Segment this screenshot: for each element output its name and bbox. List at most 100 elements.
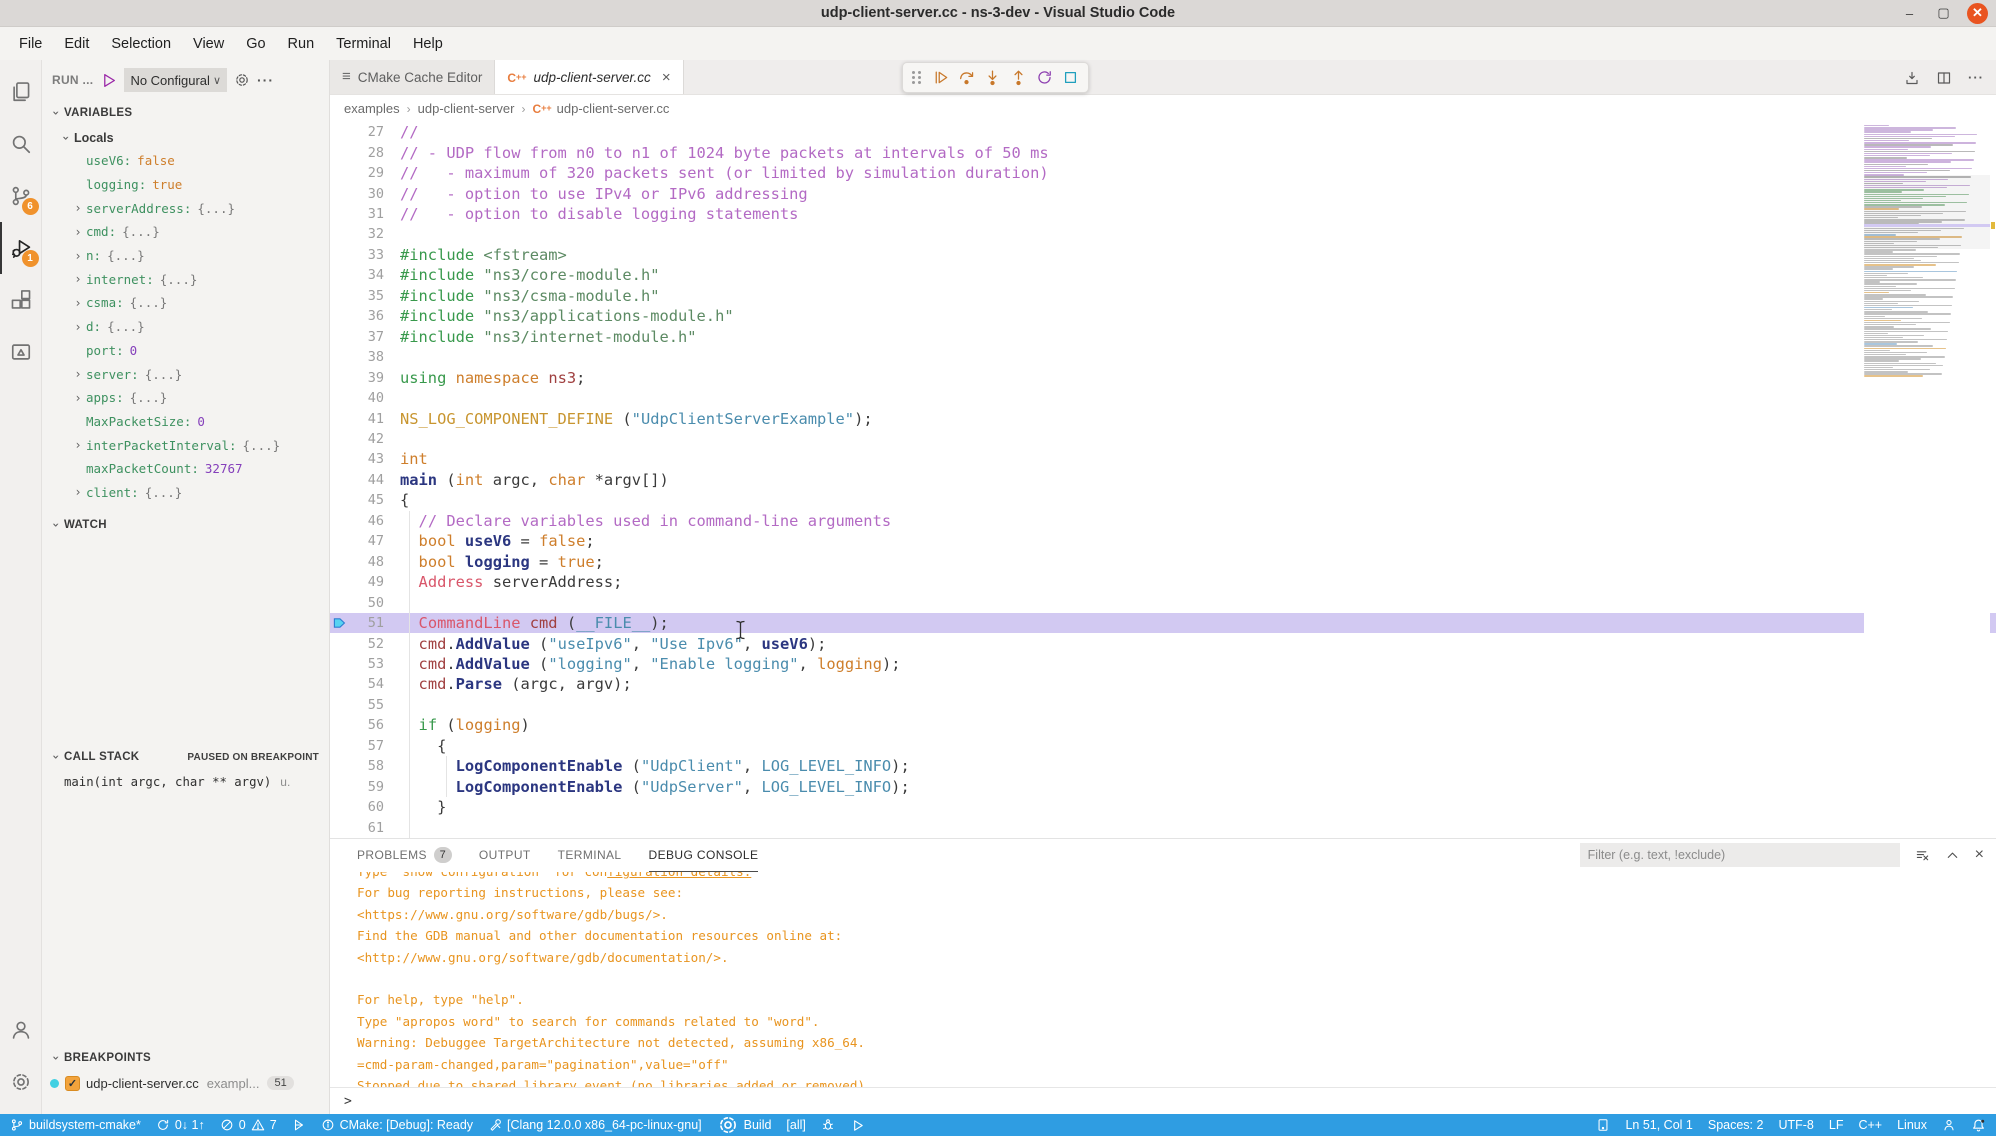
- close-tab-icon[interactable]: ×: [662, 69, 671, 86]
- current-line-arrow-icon[interactable]: [330, 616, 348, 630]
- console-filter-input[interactable]: [1580, 843, 1900, 867]
- code-line-55[interactable]: 55: [330, 695, 1996, 715]
- watch-section-header[interactable]: › WATCH: [42, 512, 329, 538]
- code-line-27[interactable]: 27//: [330, 122, 1996, 142]
- menu-view[interactable]: View: [182, 32, 235, 56]
- menu-help[interactable]: Help: [402, 32, 454, 56]
- variable-row-apps[interactable]: ›apps:{...}: [42, 386, 329, 410]
- code-line-45[interactable]: 45{: [330, 490, 1996, 510]
- code-line-36[interactable]: 36#include "ns3/applications-module.h": [330, 306, 1996, 326]
- maximize-panel-icon[interactable]: [1945, 848, 1960, 863]
- variable-row-server[interactable]: ›server:{...}: [42, 362, 329, 386]
- panel-tab-problems[interactable]: PROBLEMS7: [357, 839, 452, 872]
- activity-item-cmake-tools[interactable]: [0, 326, 42, 378]
- menu-edit[interactable]: Edit: [53, 32, 100, 56]
- code-line-34[interactable]: 34#include "ns3/core-module.h": [330, 265, 1996, 285]
- stack-frame-row[interactable]: main(int argc, char ** argv) u.: [42, 770, 329, 794]
- start-debug-icon[interactable]: [100, 72, 117, 89]
- code-line-50[interactable]: 50: [330, 592, 1996, 612]
- variable-row-maxPacketCount[interactable]: maxPacketCount:32767: [42, 457, 329, 481]
- variables-section-header[interactable]: › VARIABLES: [42, 100, 329, 126]
- status-build[interactable]: Build: [717, 1114, 772, 1136]
- status-encoding[interactable]: UTF-8: [1778, 1118, 1813, 1132]
- status-feedback[interactable]: [1942, 1118, 1956, 1132]
- breadcrumb-item[interactable]: C++udp-client-server.cc: [532, 101, 669, 116]
- code-line-33[interactable]: 33#include <fstream>: [330, 245, 1996, 265]
- code-line-51[interactable]: 51 CommandLine cmd (__FILE__);: [330, 613, 1996, 633]
- code-line-53[interactable]: 53 cmd.AddValue ("logging", "Enable logg…: [330, 654, 1996, 674]
- code-editor[interactable]: 27//28// - UDP flow from n0 to n1 of 102…: [330, 122, 1996, 838]
- status-debug-target[interactable]: [821, 1118, 835, 1132]
- menu-go[interactable]: Go: [235, 32, 276, 56]
- panel-tab-debug-console[interactable]: DEBUG CONSOLE: [649, 839, 759, 872]
- activity-item-explorer[interactable]: [0, 66, 42, 118]
- activity-item-run-and-debug[interactable]: 1: [0, 222, 42, 274]
- variable-row-csma[interactable]: ›csma:{...}: [42, 291, 329, 315]
- variable-row-internet[interactable]: ›internet:{...}: [42, 267, 329, 291]
- code-line-32[interactable]: 32: [330, 224, 1996, 244]
- variable-row-useV6[interactable]: useV6:false: [42, 149, 329, 173]
- variable-row-cmd[interactable]: ›cmd:{...}: [42, 220, 329, 244]
- code-line-49[interactable]: 49 Address serverAddress;: [330, 572, 1996, 592]
- debug-console-output[interactable]: Type "show configuration" for configurat…: [330, 872, 1996, 1087]
- breakpoint-checkbox[interactable]: ✓: [65, 1076, 80, 1091]
- minimap[interactable]: [1864, 125, 1990, 838]
- status-eol[interactable]: LF: [1829, 1118, 1844, 1132]
- code-line-56[interactable]: 56 if (logging): [330, 715, 1996, 735]
- activity-item-source-control[interactable]: 6: [0, 170, 42, 222]
- code-line-28[interactable]: 28// - UDP flow from n0 to n1 of 1024 by…: [330, 142, 1996, 162]
- status-sync[interactable]: 0↓ 1↑: [156, 1118, 205, 1132]
- clear-console-icon[interactable]: [1915, 848, 1930, 863]
- callstack-section-header[interactable]: › CALL STACK PAUSED ON BREAKPOINT: [42, 744, 329, 770]
- close-panel-icon[interactable]: ×: [1975, 846, 1984, 864]
- code-line-46[interactable]: 46 // Declare variables used in command-…: [330, 511, 1996, 531]
- code-line-40[interactable]: 40: [330, 388, 1996, 408]
- status-indentation[interactable]: Spaces: 2: [1708, 1118, 1764, 1132]
- variable-row-n[interactable]: ›n:{...}: [42, 244, 329, 268]
- debug-restart-icon[interactable]: [1036, 69, 1053, 86]
- activity-item-manage[interactable]: [0, 1056, 42, 1108]
- code-line-47[interactable]: 47 bool useV6 = false;: [330, 531, 1996, 551]
- tab-cmake-cache-editor[interactable]: ≡CMake Cache Editor: [330, 60, 495, 94]
- menu-file[interactable]: File: [8, 32, 53, 56]
- variable-row-port[interactable]: port:0: [42, 339, 329, 363]
- debug-step-into-icon[interactable]: [984, 69, 1001, 86]
- maximize-button[interactable]: ▢: [1933, 3, 1954, 24]
- code-line-38[interactable]: 38: [330, 347, 1996, 367]
- activity-item-account[interactable]: [0, 1004, 42, 1056]
- activity-item-search[interactable]: [0, 118, 42, 170]
- locals-scope-row[interactable]: › Locals: [42, 126, 329, 149]
- breadcrumb-item[interactable]: udp-client-server: [418, 101, 515, 116]
- menu-run[interactable]: Run: [277, 32, 326, 56]
- menu-selection[interactable]: Selection: [100, 32, 182, 56]
- code-line-37[interactable]: 37#include "ns3/internet-module.h": [330, 327, 1996, 347]
- panel-tab-terminal[interactable]: TERMINAL: [558, 839, 622, 872]
- code-line-43[interactable]: 43int: [330, 449, 1996, 469]
- debug-settings-gear-icon[interactable]: [234, 72, 250, 88]
- code-line-29[interactable]: 29// - maximum of 320 packets sent (or l…: [330, 163, 1996, 183]
- code-line-52[interactable]: 52 cmd.AddValue ("useIpv6", "Use Ipv6", …: [330, 633, 1996, 653]
- status-debug-console-status[interactable]: [292, 1118, 306, 1132]
- activity-item-extensions[interactable]: [0, 274, 42, 326]
- code-line-58[interactable]: 58 LogComponentEnable ("UdpClient", LOG_…: [330, 756, 1996, 776]
- debug-stop-icon[interactable]: [1062, 69, 1079, 86]
- variable-row-MaxPacketSize[interactable]: MaxPacketSize:0: [42, 410, 329, 434]
- code-line-61[interactable]: 61: [330, 817, 1996, 837]
- code-line-31[interactable]: 31// - option to disable logging stateme…: [330, 204, 1996, 224]
- run-file-icon[interactable]: [1904, 70, 1920, 86]
- minimap-viewport[interactable]: [1864, 175, 1990, 249]
- code-line-57[interactable]: 57 {: [330, 736, 1996, 756]
- status-launch-target[interactable]: [850, 1118, 865, 1133]
- code-line-48[interactable]: 48 bool logging = true;: [330, 552, 1996, 572]
- code-line-60[interactable]: 60 }: [330, 797, 1996, 817]
- variable-row-client[interactable]: ›client:{...}: [42, 481, 329, 505]
- breakpoints-section-header[interactable]: › BREAKPOINTS: [42, 1045, 329, 1071]
- status-build-target[interactable]: [all]: [786, 1118, 805, 1132]
- variable-row-d[interactable]: ›d:{...}: [42, 315, 329, 339]
- code-line-35[interactable]: 35#include "ns3/csma-module.h": [330, 286, 1996, 306]
- code-line-42[interactable]: 42: [330, 429, 1996, 449]
- menu-terminal[interactable]: Terminal: [325, 32, 402, 56]
- variable-row-logging[interactable]: logging:true: [42, 173, 329, 197]
- split-editor-icon[interactable]: [1936, 70, 1952, 86]
- drag-handle[interactable]: [912, 71, 922, 84]
